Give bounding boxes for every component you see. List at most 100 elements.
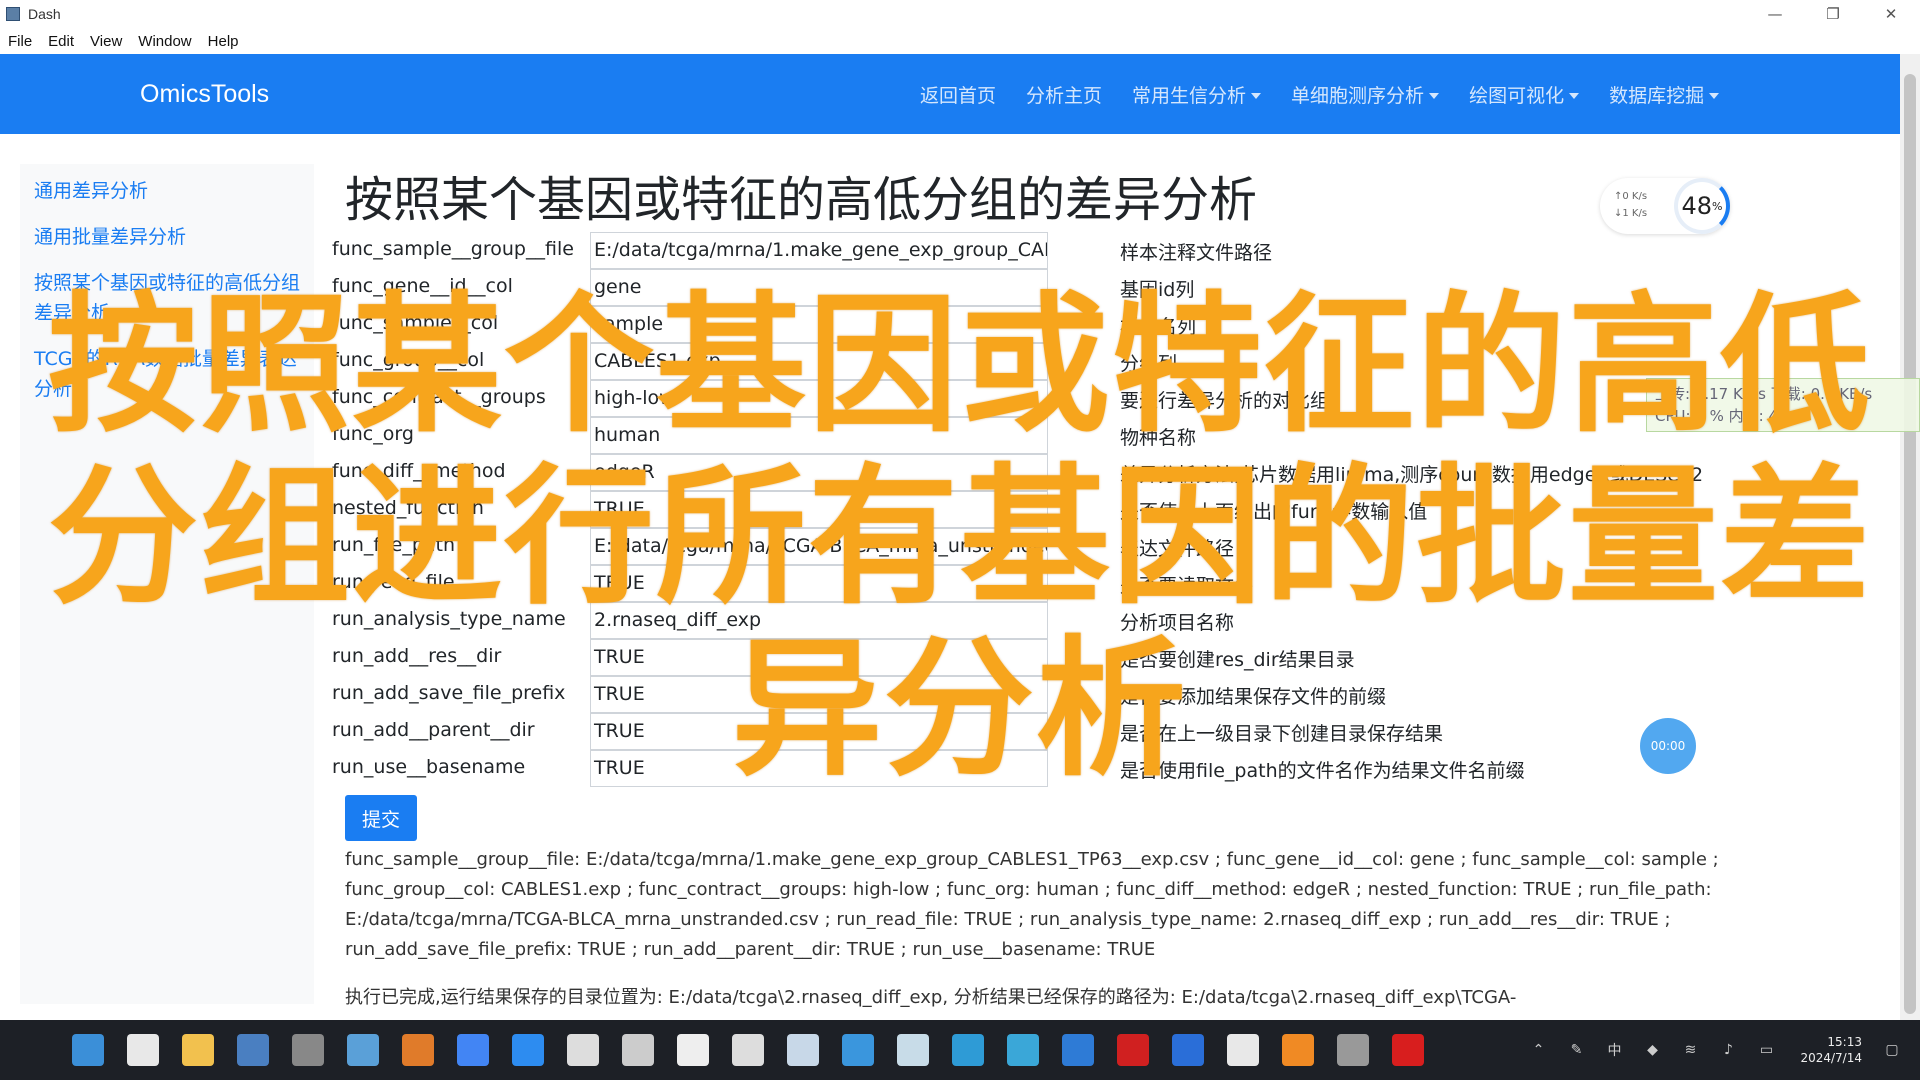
volume-icon[interactable]: ♪ xyxy=(1720,1042,1736,1058)
gene-id-col-input[interactable]: gene xyxy=(590,269,1048,306)
github-icon[interactable] xyxy=(622,1034,654,1066)
download-speed: ↓1 K/s xyxy=(1614,208,1648,219)
notes-icon[interactable] xyxy=(787,1034,819,1066)
field-description: 分析项目名称 xyxy=(1120,612,1235,634)
field-label: func_sample__col xyxy=(332,312,499,334)
app-icon xyxy=(6,7,20,21)
caret-down-icon xyxy=(1569,93,1580,99)
screenshot-icon[interactable] xyxy=(1227,1034,1259,1066)
monitor-icon[interactable] xyxy=(237,1034,269,1066)
vlc-icon[interactable] xyxy=(1282,1034,1314,1066)
menu-edit[interactable]: Edit xyxy=(40,33,82,50)
matlab-icon[interactable] xyxy=(402,1034,434,1066)
maximize-icon[interactable]: ❐ xyxy=(1804,0,1862,28)
read-file-input[interactable]: TRUE xyxy=(590,565,1048,602)
field-description: 是否要读取文件 xyxy=(1120,575,1254,597)
submit-button[interactable]: 提交 xyxy=(345,795,417,841)
nav-bioinfo-label: 常用生信分析 xyxy=(1132,84,1247,107)
battery-icon[interactable]: ▭ xyxy=(1758,1042,1774,1058)
taskbar-clock[interactable]: 15:13 2024/7/14 xyxy=(1800,1034,1862,1066)
folder-icon[interactable] xyxy=(897,1034,929,1066)
field-description: 物种名称 xyxy=(1120,427,1197,449)
mail-icon[interactable] xyxy=(567,1034,599,1066)
field-description: 差异分析方法,芯片数据用limma,测序count数据用edgeR或DESeq2 xyxy=(1120,464,1704,486)
network-speed-widget[interactable]: ↑0 K/s ↓1 K/s 48% xyxy=(1600,178,1730,234)
use-basename-input[interactable]: TRUE xyxy=(590,750,1048,787)
field-label: func_diff__method xyxy=(332,460,506,482)
close-icon[interactable]: ✕ xyxy=(1862,0,1920,28)
vscode-icon[interactable] xyxy=(842,1034,874,1066)
file-path-input[interactable]: E:/data/tcga/mrna/TCGA-BLCA_mrna_unstran… xyxy=(590,528,1048,565)
photos-icon[interactable] xyxy=(347,1034,379,1066)
field-description: 是否使用file_path的文件名作为结果文件名前缀 xyxy=(1120,760,1525,782)
wifi-icon[interactable]: ≋ xyxy=(1682,1042,1698,1058)
start-icon[interactable] xyxy=(72,1034,104,1066)
add-save-file-prefix-input[interactable]: TRUE xyxy=(590,676,1048,713)
nav-items: 返回首页 分析主页 常用生信分析 单细胞测序分析 绘图可视化 数据库挖掘 xyxy=(920,54,1749,134)
form-row: func_sample__group__file E:/data/tcga/mr… xyxy=(332,232,1585,269)
nav-bioinfo-dropdown[interactable]: 常用生信分析 xyxy=(1132,81,1262,108)
file-explorer-icon[interactable] xyxy=(182,1034,214,1066)
field-label: func_contract__groups xyxy=(332,386,546,408)
parameters-output: func_sample__group__file: E:/data/tcga/m… xyxy=(345,849,1719,960)
caret-down-icon xyxy=(1709,93,1720,99)
contract-groups-input[interactable]: high-low xyxy=(590,380,1048,417)
diff-method-input[interactable]: edgeR xyxy=(590,454,1048,491)
antivirus-icon[interactable]: ◆ xyxy=(1644,1042,1660,1058)
nav-analysis-home[interactable]: 分析主页 xyxy=(1026,81,1102,108)
add-res-dir-input[interactable]: TRUE xyxy=(590,639,1048,676)
chrome-icon[interactable] xyxy=(457,1034,489,1066)
sample-group-file-input[interactable]: E:/data/tcga/mrna/1.make_gene_exp_group_… xyxy=(590,232,1048,269)
nav-database-dropdown[interactable]: 数据库挖掘 xyxy=(1609,81,1720,108)
menu-view[interactable]: View xyxy=(82,33,130,50)
brand-logo[interactable]: OmicsTools xyxy=(140,54,269,134)
vs-icon[interactable] xyxy=(1062,1034,1094,1066)
minimize-icon[interactable]: — xyxy=(1746,0,1804,28)
store-icon[interactable] xyxy=(1007,1034,1039,1066)
sidebar-item-tcga-diff[interactable]: TCGA的RNA数据批量差异表达分析 xyxy=(34,344,300,404)
sidebar-item-general-diff[interactable]: 通用差异分析 xyxy=(34,176,300,206)
edge-icon[interactable] xyxy=(952,1034,984,1066)
field-description: 是否在上一级目录下创建目录保存结果 xyxy=(1120,723,1444,745)
heart-icon[interactable] xyxy=(1392,1034,1424,1066)
caret-down-icon xyxy=(1429,93,1440,99)
nav-home[interactable]: 返回首页 xyxy=(920,81,996,108)
status-line-cpu: CPU: 7 % 内存: 47 % xyxy=(1655,407,1807,425)
page-scrollbar[interactable] xyxy=(1900,54,1920,1020)
pen-icon[interactable]: ✎ xyxy=(1568,1042,1584,1058)
meeting-icon[interactable] xyxy=(512,1034,544,1066)
nav-plotting-dropdown[interactable]: 绘图可视化 xyxy=(1469,81,1580,108)
system-status-widget[interactable]: 上传: 0.17 KB/s 下载: 0.5 KB/s CPU: 7 % 内存: … xyxy=(1646,378,1920,432)
form-row: run_add__res__dir TRUE 是否要创建res_dir结果目录 xyxy=(332,639,1585,676)
sidebar-item-batch-diff[interactable]: 通用批量差异分析 xyxy=(34,222,300,252)
group-col-input[interactable]: CABLES1.exp xyxy=(590,343,1048,380)
floating-record-button[interactable]: 00:00 xyxy=(1640,718,1696,774)
scrollbar-thumb[interactable] xyxy=(1904,74,1916,1014)
desktop-icon[interactable] xyxy=(127,1034,159,1066)
form-row: func_sample__col sample 样本名列 xyxy=(332,306,1585,343)
analysis-type-name-input[interactable]: 2.rnaseq_diff_exp xyxy=(590,602,1048,639)
sample-col-input[interactable]: sample xyxy=(590,306,1048,343)
nav-singlecell-dropdown[interactable]: 单细胞测序分析 xyxy=(1291,81,1440,108)
terminal-icon[interactable] xyxy=(292,1034,324,1066)
notification-icon[interactable]: ▢ xyxy=(1884,1042,1900,1058)
nested-function-input[interactable]: TRUE xyxy=(590,491,1048,528)
org-input[interactable]: human xyxy=(590,417,1048,454)
settings-icon[interactable] xyxy=(732,1034,764,1066)
app-blue-icon[interactable] xyxy=(1172,1034,1204,1066)
chevron-up-icon[interactable]: ⌃ xyxy=(1530,1042,1546,1058)
field-description: 分组列 xyxy=(1120,353,1178,375)
form-row: run_analysis_type_name 2.rnaseq_diff_exp… xyxy=(332,602,1585,639)
add-parent-dir-input[interactable]: TRUE xyxy=(590,713,1048,750)
typora-icon[interactable] xyxy=(677,1034,709,1066)
clock-date: 2024/7/14 xyxy=(1800,1051,1862,1065)
menu-help[interactable]: Help xyxy=(200,33,247,50)
nav-home-label: 返回首页 xyxy=(920,84,997,107)
input-method-icon[interactable]: 中 xyxy=(1606,1042,1622,1059)
app-b-icon[interactable] xyxy=(1337,1034,1369,1066)
app-red-icon[interactable] xyxy=(1117,1034,1149,1066)
sidebar-item-group-diff[interactable]: 按照某个基因或特征的高低分组差异分析 xyxy=(34,268,300,328)
menu-file[interactable]: File xyxy=(0,33,40,50)
menu-window[interactable]: Window xyxy=(130,33,199,50)
usage-ring: 48% xyxy=(1674,178,1730,234)
